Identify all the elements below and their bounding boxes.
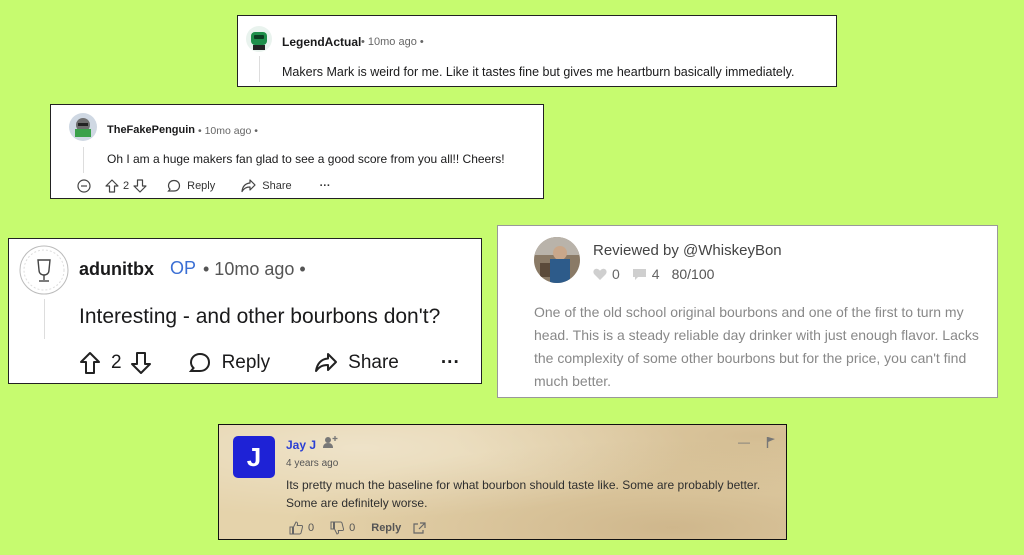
comment-meta: • 10mo ago • <box>203 259 306 279</box>
comment-meta: • 10mo ago • <box>198 125 258 137</box>
comment-tools: — <box>738 435 776 449</box>
share-button[interactable]: Share <box>262 180 291 192</box>
avatar[interactable]: J <box>233 436 275 478</box>
dislike-count: 0 <box>349 522 356 534</box>
reply-button[interactable]: Reply <box>222 352 271 374</box>
like-count: 0 <box>308 522 315 534</box>
avatar[interactable] <box>246 26 272 52</box>
downvote-icon[interactable] <box>133 179 147 193</box>
reply-icon[interactable] <box>167 179 181 193</box>
avatar[interactable] <box>19 245 69 295</box>
comment-body: Makers Mark is weird for me. Like it tas… <box>282 65 795 79</box>
comment-body: Interesting - and other bourbons don't? <box>79 305 441 328</box>
reply-icon[interactable] <box>188 351 212 375</box>
thread-line[interactable] <box>83 147 84 173</box>
thumbs-down-icon[interactable] <box>330 521 345 535</box>
flag-icon[interactable] <box>766 436 776 448</box>
comment-card-thefakepenguin: TheFakePenguin • 10mo ago • Oh I am a hu… <box>50 104 544 199</box>
comment-meta: • 10mo ago • <box>361 36 424 48</box>
heart-icon[interactable] <box>593 268 607 281</box>
review-score: 80/100 <box>671 266 715 282</box>
more-options-button[interactable]: ··· <box>441 352 460 374</box>
avatar[interactable] <box>69 113 97 141</box>
reviewer-name[interactable]: Reviewed by @WhiskeyBon <box>593 242 782 259</box>
collapse-button[interactable]: — <box>738 435 750 449</box>
follow-user-icon[interactable] <box>322 435 338 449</box>
comment-card-adunitbx: adunitbx OP • 10mo ago • Interesting - a… <box>8 238 482 384</box>
comment-actions: 2 Reply Share ··· <box>77 177 331 195</box>
username[interactable]: Jay J <box>286 438 316 452</box>
username[interactable]: LegendActual <box>282 35 361 49</box>
review-stats: 0 4 80/100 <box>593 265 714 283</box>
comment-time: 4 years ago <box>286 458 339 469</box>
comment-icon[interactable] <box>632 268 647 281</box>
comment-actions: 0 0 Reply <box>289 521 426 535</box>
downvote-icon[interactable] <box>130 351 152 375</box>
review-card-whiskeybon: Reviewed by @WhiskeyBon 0 4 80/100 One o… <box>497 225 998 398</box>
comment-actions: 2 Reply Share ··· <box>79 349 460 377</box>
share-button[interactable]: Share <box>348 352 399 374</box>
username[interactable]: TheFakePenguin <box>107 124 195 136</box>
upvote-icon[interactable] <box>79 351 101 375</box>
reply-button[interactable]: Reply <box>187 180 215 192</box>
thread-line[interactable] <box>44 299 45 339</box>
review-body: One of the old school original bourbons … <box>534 304 979 389</box>
comment-card-jayj: J Jay J 4 years ago — Its pretty much th… <box>218 424 787 540</box>
vote-count: 2 <box>111 352 122 373</box>
collapse-icon[interactable] <box>77 179 91 193</box>
avatar[interactable] <box>534 237 580 283</box>
comment-body: Oh I am a huge makers fan glad to see a … <box>107 152 505 166</box>
share-icon[interactable] <box>241 179 256 193</box>
vote-count: 2 <box>123 180 130 192</box>
thumbs-up-icon[interactable] <box>289 521 303 535</box>
share-icon[interactable] <box>413 522 426 534</box>
more-options-button[interactable]: ··· <box>320 180 331 192</box>
like-count: 0 <box>612 266 620 282</box>
share-icon[interactable] <box>314 352 338 374</box>
username[interactable]: adunitbx <box>79 259 154 280</box>
op-badge: OP <box>170 258 197 278</box>
thread-line[interactable] <box>259 56 260 82</box>
comment-count: 4 <box>651 266 660 282</box>
comment-card-legendactual: LegendActual • 10mo ago • Makers Mark is… <box>237 15 837 87</box>
comment-body: Its pretty much the baseline for what bo… <box>286 478 761 510</box>
reply-button[interactable]: Reply <box>371 522 401 534</box>
upvote-icon[interactable] <box>105 179 119 193</box>
